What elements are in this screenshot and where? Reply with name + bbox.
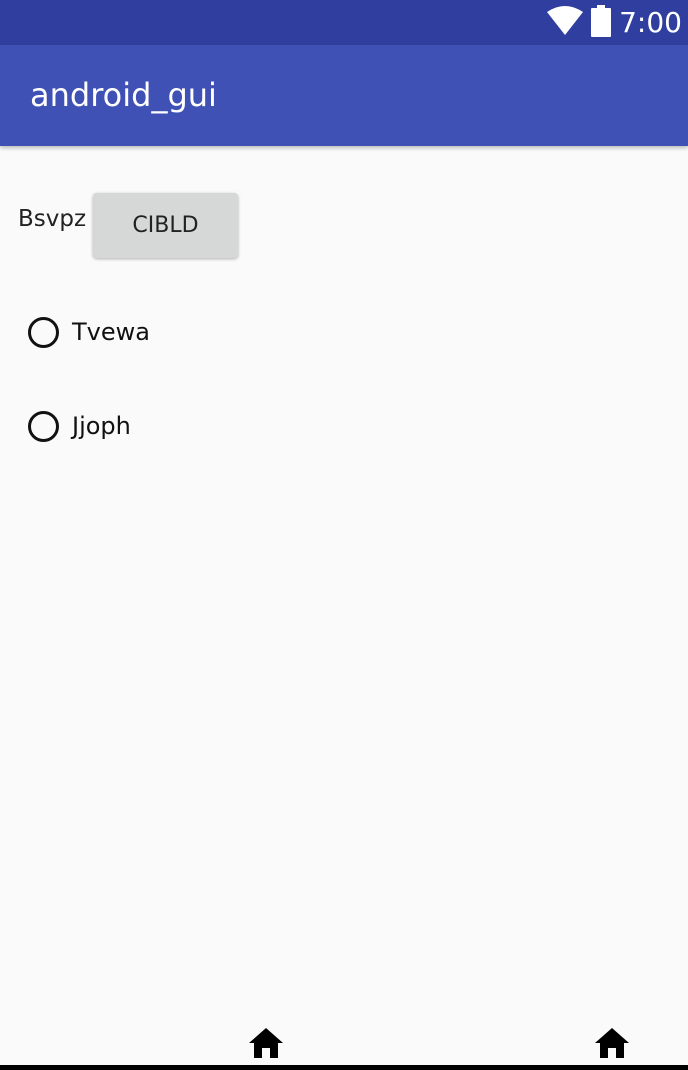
- radio-label[interactable]: Jjoph: [72, 412, 131, 440]
- status-icons: 7:00: [547, 0, 682, 45]
- radio-option-tvewa[interactable]: Tvewa: [28, 310, 150, 354]
- radio-button-icon[interactable]: [28, 316, 59, 348]
- app-bar: android_gui: [0, 45, 688, 146]
- bsvpz-label: Bsvpz: [18, 206, 87, 232]
- radio-option-jjoph[interactable]: Jjoph: [28, 404, 131, 448]
- radio-label[interactable]: Tvewa: [72, 318, 150, 346]
- home-icon[interactable]: [594, 1027, 630, 1059]
- home-icon[interactable]: [248, 1027, 284, 1059]
- wifi-icon: [547, 5, 584, 40]
- battery-icon: [591, 4, 612, 41]
- cibld-button[interactable]: CIBLD: [93, 193, 238, 258]
- status-time: 7:00: [619, 6, 682, 39]
- radio-button-icon[interactable]: [28, 410, 59, 442]
- status-bar: 7:00: [0, 0, 688, 45]
- screen: 7:00 android_gui Bsvpz CIBLD Tvewa Jjoph: [0, 0, 688, 1070]
- nav-bar-divider: [0, 1065, 688, 1070]
- app-title: android_gui: [30, 76, 217, 114]
